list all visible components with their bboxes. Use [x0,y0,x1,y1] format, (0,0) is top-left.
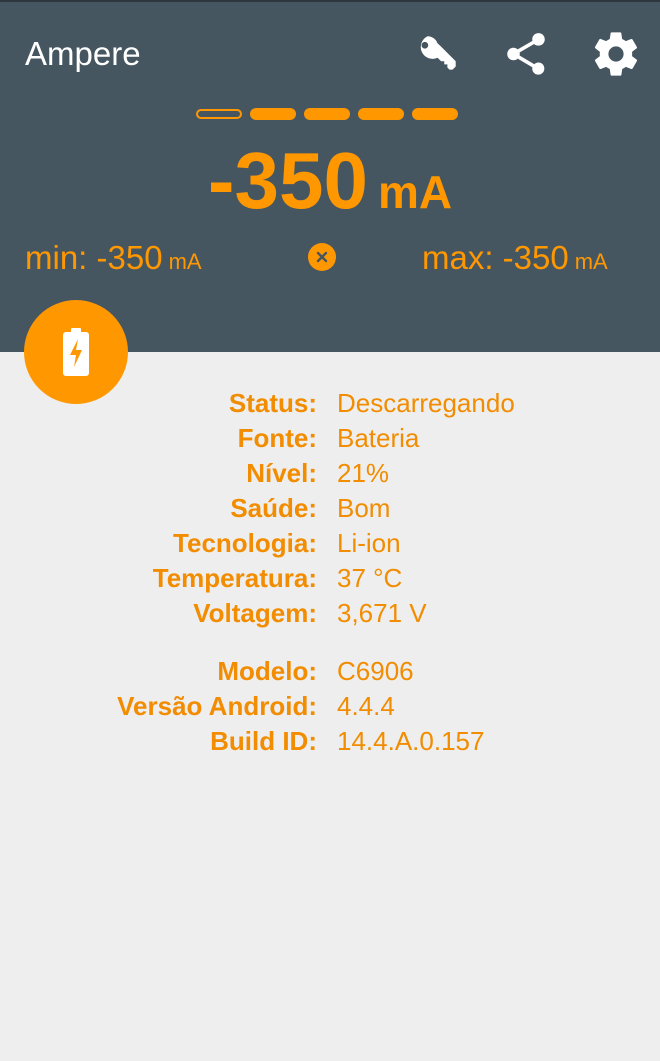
info-value: Bateria [337,423,420,453]
min-unit: mA [168,249,202,274]
info-value: 21% [337,458,390,488]
info-value: 4.4.4 [337,691,395,721]
min-label: min: -350 [25,239,163,276]
info-row-source: Fonte: Bateria [0,421,660,456]
info-key: Versão Android: [117,691,317,721]
info-row-model: Modelo: C6906 [0,654,660,689]
info-key: Nível: [246,458,317,488]
close-icon [316,251,328,263]
battery-charging-icon [63,328,89,376]
info-row-health: Saúde: Bom [0,491,660,526]
max-label: max: -350 [422,239,569,276]
gear-icon [594,32,638,76]
max-reading: max: -350 mA [422,236,608,284]
info-key: Saúde: [230,493,317,523]
settings-button[interactable] [588,26,644,82]
info-row-build-id: Build ID: 14.4.A.0.157 [0,724,660,759]
min-reading: min: -350 mA [25,236,202,284]
info-value: Descarregando [337,388,515,418]
info-key: Status: [228,388,317,418]
current-reading: -350 mA [0,134,660,228]
info-row-temperature: Temperatura: 37 °C [0,561,660,596]
share-icon [507,33,545,75]
level-segment [250,108,296,120]
reset-minmax-button[interactable] [308,243,336,271]
info-value: 37 °C [337,563,403,593]
info-value: 14.4.A.0.157 [337,726,485,756]
level-segment [304,108,350,120]
app-header: Ampere -350 mA min: -350 mA max: -350 mA [0,0,660,352]
level-indicator [196,108,466,120]
current-unit: mA [378,166,453,218]
key-button[interactable] [410,26,466,82]
info-value: C6906 [337,656,414,686]
info-key: Tecnologia: [173,528,317,558]
max-unit: mA [574,249,608,274]
info-key: Voltagem: [193,598,317,628]
info-row-status: Status: Descarregando [0,386,660,421]
info-row-technology: Tecnologia: Li-ion [0,526,660,561]
info-row-voltage: Voltagem: 3,671 V [0,596,660,631]
status-bar-edge [0,0,660,2]
app-title: Ampere [25,35,141,72]
key-icon [420,36,456,70]
current-value: -350 [207,136,368,225]
level-segment [196,109,242,119]
info-row-level: Nível: 21% [0,456,660,491]
info-row-android-version: Versão Android: 4.4.4 [0,689,660,724]
info-value: Bom [337,493,391,523]
info-key: Build ID: [210,726,317,756]
info-key: Fonte: [237,423,317,453]
info-value: Li-ion [337,528,401,558]
info-value: 3,671 V [337,598,427,628]
level-segment [358,108,404,120]
info-key: Modelo: [217,656,317,686]
share-button[interactable] [498,26,554,82]
info-key: Temperatura: [152,563,317,593]
level-segment [412,108,458,120]
